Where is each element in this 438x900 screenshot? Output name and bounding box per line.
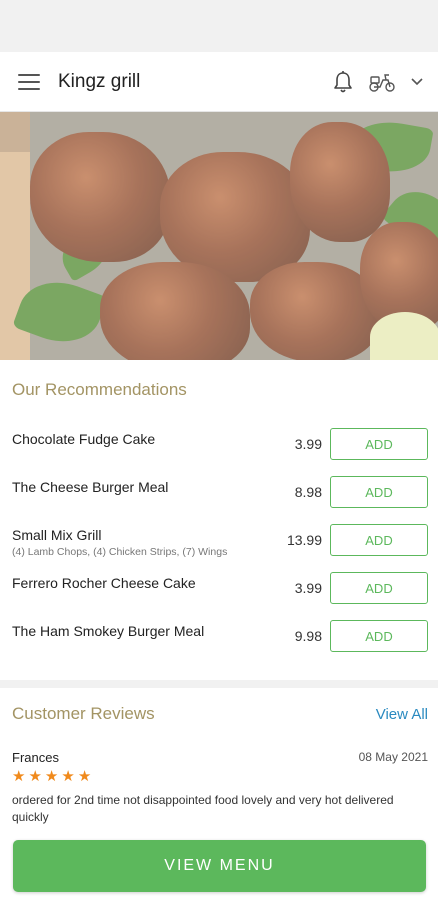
add-button[interactable]: ADD xyxy=(330,572,428,604)
add-button[interactable]: ADD xyxy=(330,428,428,460)
star-icon: ★ xyxy=(77,768,92,785)
star-icon: ★ xyxy=(12,768,26,785)
item-price: 9.98 xyxy=(294,628,322,644)
app-title: Kingz grill xyxy=(58,70,141,92)
app-bar: Kingz grill xyxy=(0,52,438,112)
item-price: 13.99 xyxy=(286,532,322,548)
item-price: 3.99 xyxy=(294,580,322,596)
item-name: Ferrero Rocher Cheese Cake xyxy=(12,575,196,591)
star-icon: ★ xyxy=(44,768,59,785)
status-bar xyxy=(0,0,438,52)
star-rating: ★ ★ ★ ★ ★ xyxy=(12,769,428,784)
view-menu-button[interactable]: VIEW MENU xyxy=(13,840,426,892)
view-all-link[interactable]: View All xyxy=(376,706,428,723)
hero-image xyxy=(0,112,438,360)
add-button[interactable]: ADD xyxy=(330,620,428,652)
section-divider xyxy=(0,680,438,688)
bell-icon[interactable] xyxy=(332,70,354,94)
chevron-down-icon[interactable] xyxy=(410,77,424,87)
item-name: Small Mix Grill xyxy=(12,527,102,543)
item-price: 8.98 xyxy=(294,484,322,500)
item-name: The Ham Smokey Burger Meal xyxy=(12,623,205,639)
review-text: ordered for 2nd time not disappointed fo… xyxy=(12,793,394,824)
star-icon: ★ xyxy=(28,768,42,785)
list-item: Ferrero Rocher Cheese Cake 3.99 ADD xyxy=(12,572,428,620)
review-date: 08 May 2021 xyxy=(358,750,428,764)
list-item: Small Mix Grill (4) Lamb Chops, (4) Chic… xyxy=(12,524,428,572)
add-button[interactable]: ADD xyxy=(330,476,428,508)
list-item: The Cheese Burger Meal 8.98 ADD xyxy=(12,476,428,524)
item-name: The Cheese Burger Meal xyxy=(12,479,169,495)
item-name: Chocolate Fudge Cake xyxy=(12,431,156,447)
list-item: The Ham Smokey Burger Meal 9.98 ADD xyxy=(12,620,428,668)
scooter-icon[interactable] xyxy=(368,71,396,93)
star-icon: ★ xyxy=(61,768,75,785)
item-description: (4) Lamb Chops, (4) Chicken Strips, (7) … xyxy=(12,546,228,558)
recommendations-title: Our Recommendations xyxy=(12,380,187,399)
reviews-title: Customer Reviews xyxy=(12,704,155,723)
reviewer-name: Frances xyxy=(12,750,59,765)
list-item: Chocolate Fudge Cake 3.99 ADD xyxy=(12,428,428,476)
hamburger-icon[interactable] xyxy=(18,73,40,90)
add-button[interactable]: ADD xyxy=(330,524,428,556)
recommendations-section: Our Recommendations Chocolate Fudge Cake… xyxy=(0,360,438,680)
item-price: 3.99 xyxy=(294,436,322,452)
review-item: Frances 08 May 2021 ★ ★ ★ ★ ★ ordered fo… xyxy=(12,750,428,826)
